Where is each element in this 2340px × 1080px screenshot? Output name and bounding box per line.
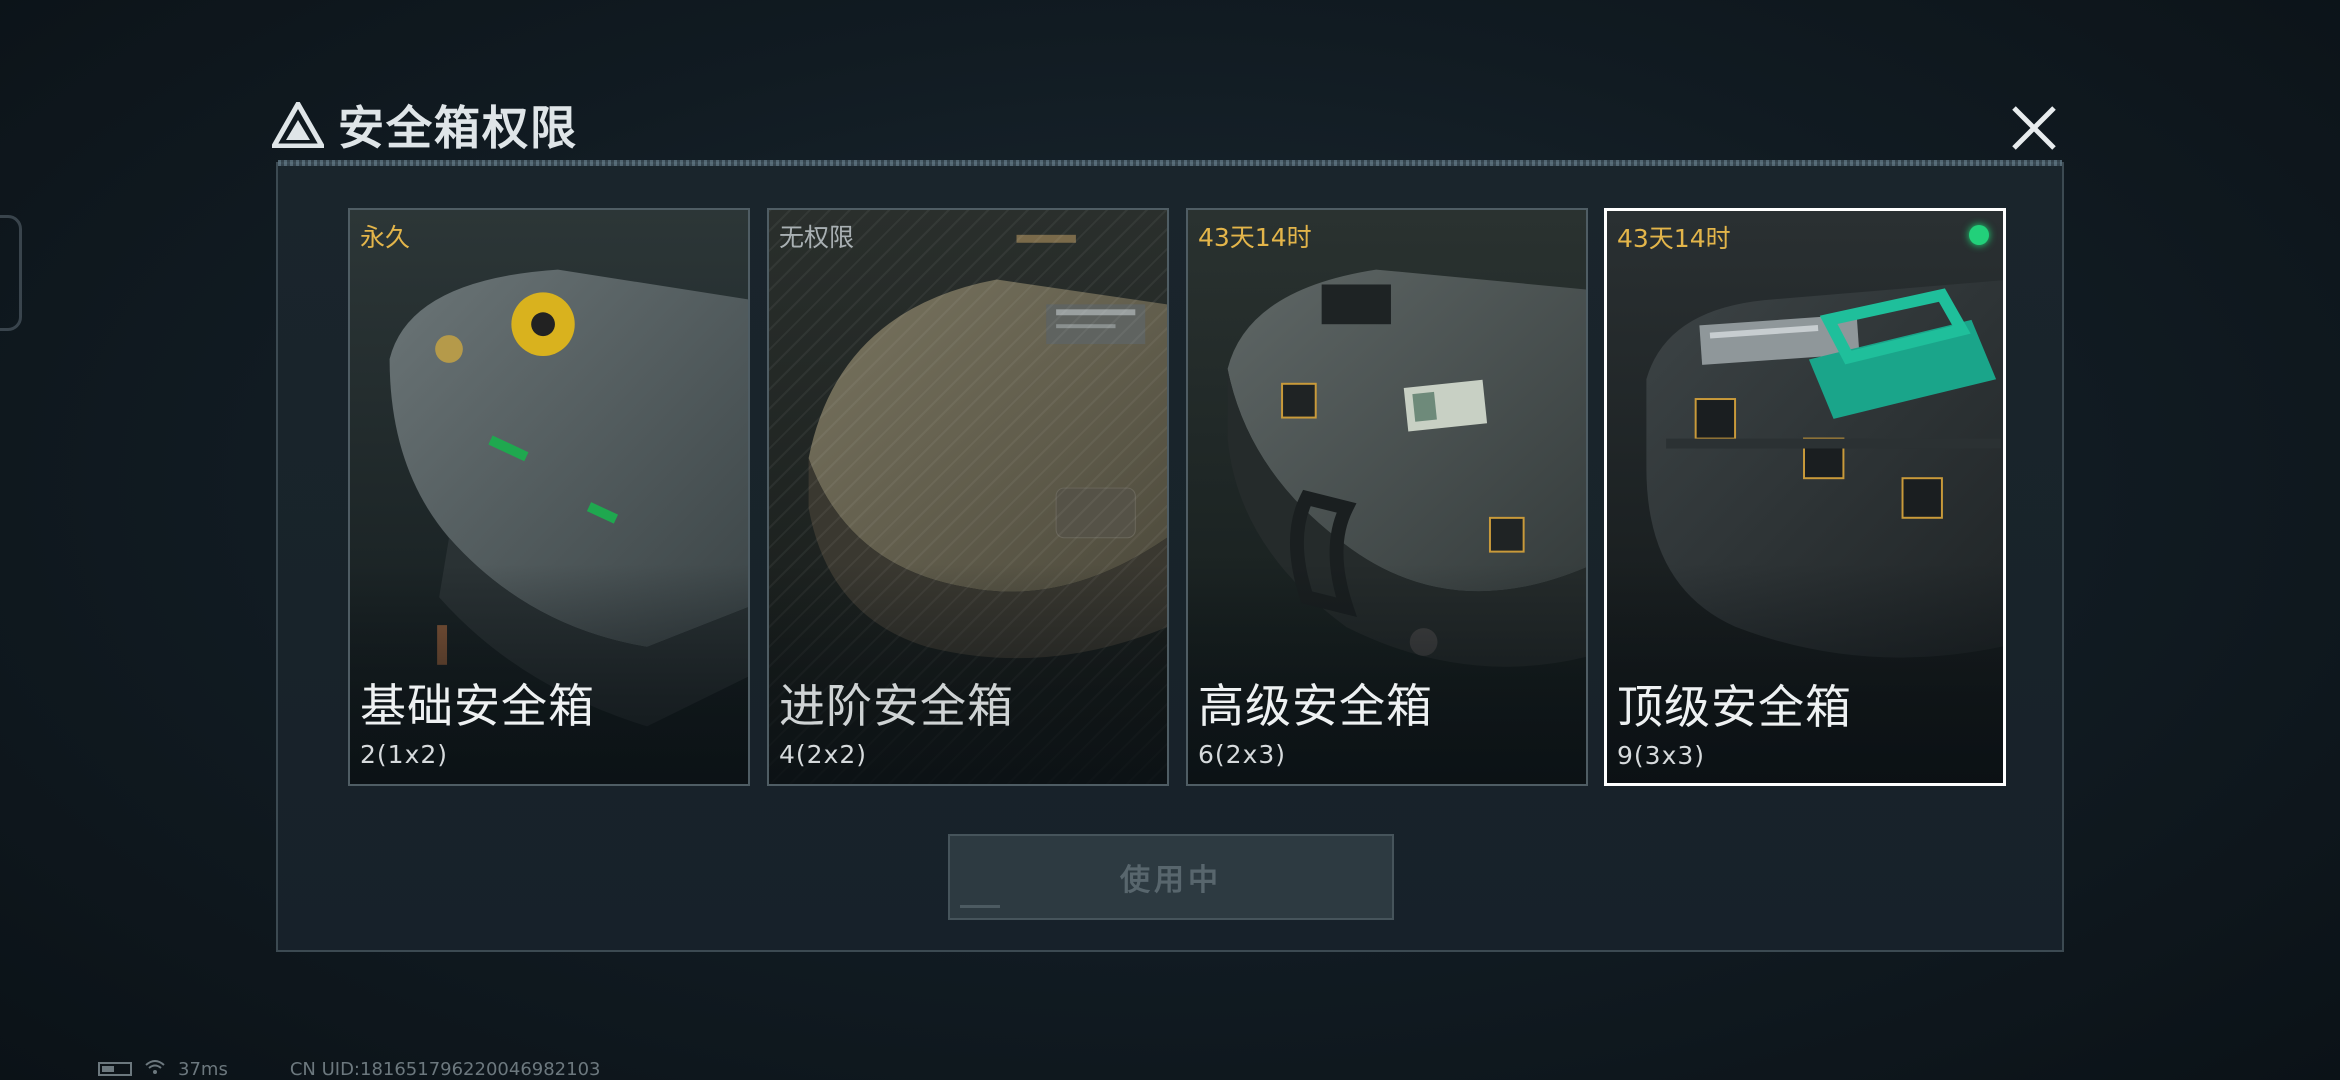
button-corner-mark [960, 905, 1000, 908]
game-screen: 安全箱权限 永久 基础安全箱 2(1x2) 无权限 进阶安全箱 4(2x2) 4… [0, 0, 2340, 1080]
battery-icon [98, 1062, 132, 1076]
active-indicator-icon [1969, 225, 1989, 245]
card-duration-label: 永久 [360, 223, 411, 252]
card-title: 进阶安全箱 [779, 679, 1014, 733]
card-capacity: 4(2x2) [779, 740, 868, 769]
ping-text: 37ms [178, 1058, 228, 1080]
card-capacity: 2(1x2) [360, 740, 449, 769]
status-bar: 37ms CN UID:1816517962200469821​03 [98, 1058, 601, 1080]
uid-text: CN UID:1816517962200469821​03 [289, 1058, 601, 1080]
card-capacity: 6(2x3) [1198, 740, 1287, 769]
close-icon [2010, 104, 2058, 152]
safebox-card-top[interactable]: 43天14时 顶级安全箱 9(3x3) [1604, 208, 2006, 786]
card-duration-label: 无权限 [779, 223, 855, 252]
in-use-button-label: 使用中 [1120, 863, 1222, 898]
dialog-header: 安全箱权限 [272, 90, 578, 160]
card-capacity: 9(3x3) [1617, 741, 1706, 770]
side-hex-decoration [0, 215, 22, 331]
panel-top-border [278, 160, 2062, 166]
card-title: 顶级安全箱 [1617, 680, 1852, 734]
card-title: 基础安全箱 [360, 679, 595, 733]
safebox-card-senior[interactable]: 43天14时 高级安全箱 6(2x3) [1186, 208, 1588, 786]
card-duration-label: 43天14时 [1617, 224, 1731, 253]
safebox-card-basic[interactable]: 永久 基础安全箱 2(1x2) [348, 208, 750, 786]
warning-triangle-icon [272, 102, 324, 148]
card-title: 高级安全箱 [1198, 679, 1433, 733]
card-duration-label: 43天14时 [1198, 223, 1312, 252]
dialog-title: 安全箱权限 [338, 101, 578, 155]
close-button[interactable] [2010, 104, 2058, 152]
wifi-icon [144, 1058, 166, 1080]
in-use-button[interactable]: 使用中 [948, 834, 1394, 920]
safebox-card-advanced[interactable]: 无权限 进阶安全箱 4(2x2) [767, 208, 1169, 786]
